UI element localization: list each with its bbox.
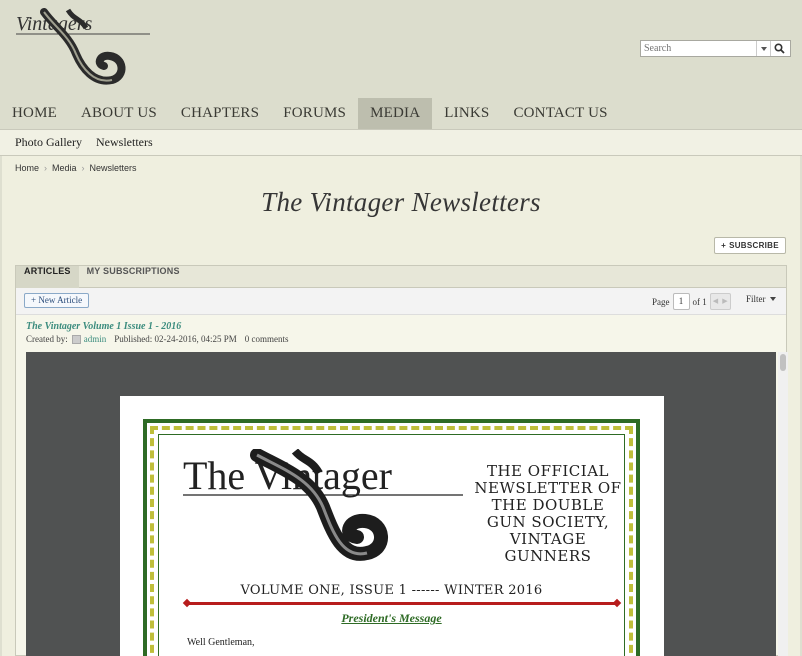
page-total: of 1 [692,296,707,307]
official-line: NEWSLETTER OF [474,479,622,497]
newsletter-logo: The Vintager [183,449,463,561]
official-line: THE OFFICIAL [486,462,610,480]
pagination: Page 1 of 1 ◀ ▶ [652,293,731,310]
main-nav: HOME ABOUT US CHAPTERS FORUMS MEDIA LINK… [0,98,620,129]
next-page-icon[interactable]: ▶ [720,294,730,309]
pdf-page: The Vintager THE OFFICIAL NEWSLETTER OF … [120,396,664,656]
presidents-message-heading: President's Message [341,611,442,625]
article-title-link[interactable]: The Vintager Volume 1 Issue 1 - 2016 [26,321,181,332]
newsletter-official-text: THE OFFICIAL NEWSLETTER OF THE DOUBLE GU… [473,463,623,565]
newsletter-salutation: Well Gentleman, [187,637,255,648]
created-by-label: Created by: [26,334,68,344]
comments-count[interactable]: 0 comments [245,334,289,344]
page-number-input[interactable]: 1 [672,293,690,310]
site-header: Vintagers HOME ABOUT US CHAPTERS FORUMS … [0,0,802,129]
chevron-down-icon [760,46,767,51]
page-label: Page [652,296,670,307]
subnav-photo-gallery[interactable]: Photo Gallery [15,135,82,150]
breadcrumb-media[interactable]: Media [52,163,77,173]
official-line: THE DOUBLE [491,496,605,514]
articles-panel: ARTICLES MY SUBSCRIPTIONS + New Article … [15,265,788,656]
tab-my-subscriptions[interactable]: MY SUBSCRIPTIONS [79,266,188,288]
avatar [71,334,81,344]
newsletter-volume: VOLUME ONE, ISSUE 1 ------ WINTER 2016 [240,583,543,598]
nav-chapters[interactable]: CHAPTERS [169,98,271,129]
official-line: GUNNERS [504,547,592,565]
search-icon [774,43,785,54]
nav-media[interactable]: MEDIA [358,98,433,129]
newsletter-border-pattern: The Vintager THE OFFICIAL NEWSLETTER OF … [150,426,633,656]
nav-forums[interactable]: FORUMS [271,98,358,129]
main-content: Home › Media › Newsletters The Vintager … [2,156,800,656]
pdf-viewer[interactable]: The Vintager THE OFFICIAL NEWSLETTER OF … [26,352,776,656]
newsletter-divider [187,602,617,605]
breadcrumb-home[interactable]: Home [15,163,39,173]
newsletter-body: The Vintager THE OFFICIAL NEWSLETTER OF … [158,434,625,656]
chevron-down-icon [769,297,776,301]
articles-toolbar: + New Article Page 1 of 1 ◀ ▶ Filter [16,288,786,315]
newsletter-border: The Vintager THE OFFICIAL NEWSLETTER OF … [143,419,640,656]
filter-label: Filter [746,294,766,304]
search-button[interactable] [770,41,788,56]
breadcrumb: Home › Media › Newsletters [15,163,137,173]
page-nav-buttons: ◀ ▶ [709,293,731,310]
subscribe-label: SUBSCRIBE [729,241,779,250]
nav-about-us[interactable]: ABOUT US [69,98,169,129]
nav-home[interactable]: HOME [0,98,69,129]
search-options-button[interactable] [756,41,770,56]
nav-contact-us[interactable]: CONTACT US [501,98,619,129]
previous-page-icon[interactable]: ◀ [711,294,721,309]
nav-links[interactable]: LINKS [432,98,501,129]
page-title: The Vintager Newsletters [261,187,541,217]
subnav-newsletters[interactable]: Newsletters [96,135,153,150]
tab-articles[interactable]: ARTICLES [16,266,79,288]
scrollbar-thumb[interactable] [780,354,786,371]
new-article-button[interactable]: + New Article [24,293,90,308]
chevron-right-icon: › [81,163,85,173]
plus-icon: + [721,241,727,250]
author-link[interactable]: admin [84,334,107,344]
official-line: GUN SOCIETY, [486,513,610,531]
subscribe-button[interactable]: + SUBSCRIBE [714,237,786,254]
filter-dropdown[interactable]: Filter [746,294,776,304]
site-logo[interactable]: Vintagers [14,6,154,88]
search-box [640,40,791,57]
chevron-right-icon: › [44,163,48,173]
official-line: VINTAGE [509,530,587,548]
search-input[interactable] [641,43,756,54]
published-date: Published: 02-24-2016, 04:25 PM [114,334,237,344]
viewer-scrollbar[interactable] [778,352,788,656]
breadcrumb-newsletters: Newsletters [89,163,137,173]
tab-bar: ARTICLES MY SUBSCRIPTIONS [16,266,786,288]
sub-nav: Photo Gallery Newsletters [0,129,802,156]
article-meta: Created by: admin Published: 02-24-2016,… [26,334,289,344]
